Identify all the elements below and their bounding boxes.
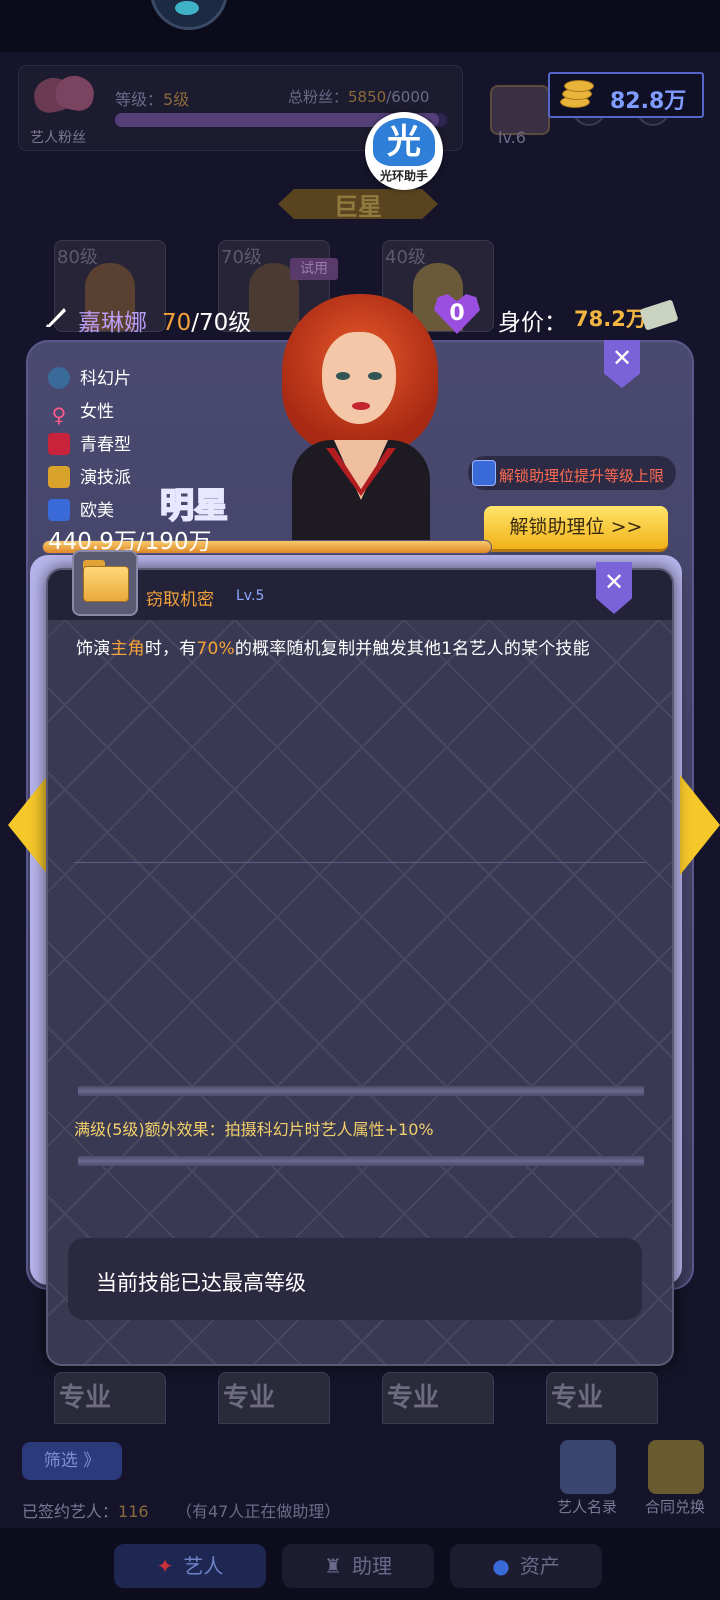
artist-card[interactable]: 专业: [382, 1372, 494, 1424]
price-label: 身价：: [498, 310, 567, 336]
divider: [74, 862, 646, 863]
directory-icon[interactable]: [560, 1440, 616, 1494]
divider: [78, 1086, 644, 1096]
skill-desc-text: 的概率随机复制并触发其他1名艺人的某个技能: [234, 639, 590, 659]
trophy-icon: [48, 466, 70, 488]
quill-icon: [44, 305, 68, 329]
trial-tag: 试用: [290, 258, 338, 280]
artist-card-tag: 专业: [59, 1383, 112, 1413]
fans-level-label: 等级：: [115, 90, 164, 109]
halo-icon: 光: [373, 118, 435, 166]
artist-level: 70/70级: [162, 303, 251, 337]
mascot-eye: [175, 1, 199, 15]
trait-region: 欧美: [48, 496, 114, 521]
assistant-tab-icon: ♜: [324, 1554, 342, 1578]
contract-icon[interactable]: [648, 1440, 704, 1494]
assistant-icon: [472, 460, 496, 486]
trait-label: 科幻片: [80, 369, 131, 389]
trait-label: 青春型: [80, 435, 131, 455]
skill-desc-text: 时，有: [144, 639, 197, 659]
extra-effect: 满级(5级)额外效果：拍摄科幻片时艺人属性+10%: [74, 1120, 434, 1139]
tab-label: 助理: [351, 1554, 392, 1578]
trait-gender: ♀ 女性: [48, 397, 114, 426]
trait-label: 欧美: [80, 501, 114, 521]
youth-icon: [48, 433, 70, 455]
tab-assets[interactable]: ● 资产: [450, 1544, 602, 1588]
total-fans: 总粉丝：5850/6000: [288, 86, 429, 107]
total-fans-max: /6000: [386, 88, 430, 106]
tier-label: 巨星: [334, 193, 382, 221]
tab-label: 艺人: [183, 1554, 224, 1578]
filter-button[interactable]: 筛选 》: [22, 1442, 122, 1480]
tower-icon: [48, 499, 70, 521]
signed-label: 已签约艺人：: [22, 1502, 119, 1521]
fans-level-value: 5级: [163, 90, 190, 109]
artist-card-tag: 专业: [551, 1383, 604, 1413]
female-icon: ♀: [51, 403, 67, 427]
artist-card[interactable]: 专业: [218, 1372, 330, 1424]
top-strip: [0, 0, 720, 52]
halo-assistant-button[interactable]: 光 光环助手: [365, 112, 443, 190]
artist-tab-icon: ✦: [156, 1554, 174, 1578]
artist-level-current: 70: [162, 310, 192, 336]
trait-label: 女性: [80, 402, 114, 422]
studio-level: lv.6: [498, 128, 526, 147]
halo-caption: 光环助手: [379, 169, 428, 183]
signed-count: 已签约艺人：116: [22, 1498, 149, 1522]
skill-name: 窃取机密: [146, 590, 214, 610]
trait-style: 演技派: [48, 463, 131, 488]
fans-caption: 艺人粉丝: [30, 130, 86, 146]
tier-banner: 巨星: [278, 183, 438, 225]
artist-card[interactable]: 专业: [54, 1372, 166, 1424]
artist-level-max: /70级: [191, 310, 252, 336]
signed-number: 116: [118, 1502, 149, 1521]
total-fans-current: 5850: [348, 88, 387, 106]
trait-label: 演技派: [80, 468, 131, 488]
tab-artists[interactable]: ✦ 艺人: [114, 1544, 266, 1588]
artist-portrait-large: [262, 290, 458, 552]
unlock-hint-text: 解锁助理位提升等级上限: [499, 467, 665, 485]
assets-tab-icon: ●: [492, 1554, 510, 1578]
total-fans-label: 总粉丝：: [288, 88, 349, 106]
coin-amount: 82.8万: [610, 89, 687, 114]
artist-card-tag: 专业: [387, 1383, 440, 1413]
skill-popup-header: [48, 570, 672, 620]
contract-label[interactable]: 合同兑换: [630, 1496, 720, 1517]
unlock-assistant-button[interactable]: 解锁助理位 >>: [484, 506, 668, 552]
skill-level: Lv.5: [236, 588, 265, 604]
max-level-text: 当前技能已达最高等级: [96, 1271, 306, 1295]
divider: [78, 1156, 644, 1166]
directory-label[interactable]: 艺人名录: [542, 1496, 632, 1517]
trait-genre: 科幻片: [48, 364, 131, 389]
price-value: 78.2万: [574, 307, 647, 331]
tab-label: 资产: [519, 1554, 560, 1578]
trait-type: 青春型: [48, 430, 131, 455]
skill-desc-role: 主角: [110, 639, 145, 659]
heart-icon: [26, 72, 100, 130]
tab-assistants[interactable]: ♜ 助理: [282, 1544, 434, 1588]
skill-desc-text: 饰演: [76, 639, 111, 659]
rank-title: 明星: [159, 485, 229, 527]
gold-coins-icon: [558, 80, 594, 110]
globe-icon: [48, 367, 70, 389]
artist-card-level: 40级: [385, 247, 426, 268]
coin-counter[interactable]: 82.8万: [548, 72, 704, 118]
artist-card-level: 70级: [221, 247, 262, 268]
signed-note: （有47人正在做助理）: [176, 1502, 341, 1521]
artist-card-tag: 专业: [223, 1383, 276, 1413]
skill-desc-chance: 70%: [196, 639, 235, 659]
artist-card[interactable]: 专业: [546, 1372, 658, 1424]
folder-icon: [72, 550, 138, 616]
artist-name: 嘉琳娜: [78, 310, 147, 336]
skill-description: 饰演主角时，有70%的概率随机复制并触发其他1名艺人的某个技能: [76, 634, 590, 659]
next-arrow-icon[interactable]: [680, 775, 720, 875]
artist-card-level: 80级: [57, 247, 98, 268]
fans-level: 等级：5级: [115, 86, 189, 110]
